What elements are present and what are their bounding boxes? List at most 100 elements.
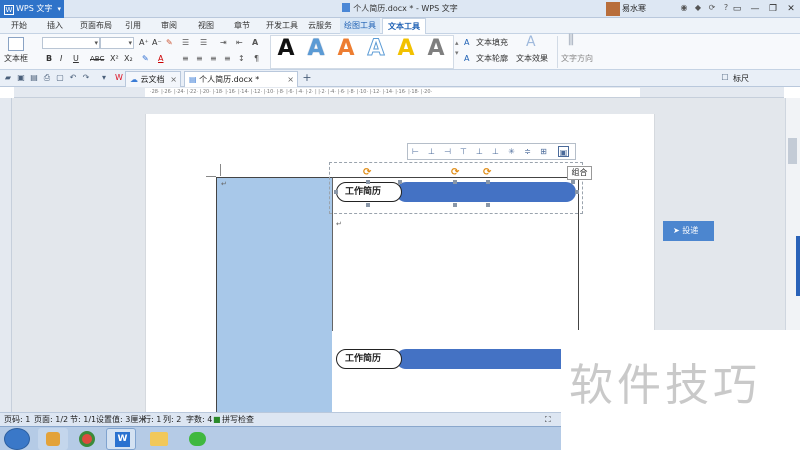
grow-font-button[interactable]: A⁺ <box>139 38 149 48</box>
wechat-button[interactable] <box>182 428 212 450</box>
text-style-orange[interactable]: A <box>334 36 358 62</box>
align-right-icon[interactable]: ≡ <box>210 54 217 64</box>
tab-cloud-service[interactable]: 云服务 <box>305 18 335 34</box>
minimize-button[interactable]: — <box>746 0 764 18</box>
tab-drawing-tools[interactable]: 绘图工具 <box>340 18 380 34</box>
print-icon[interactable]: ⎙ <box>42 73 52 83</box>
tab-developer[interactable]: 开发工具 <box>262 18 302 34</box>
align-right-icon[interactable]: ⊣ <box>442 146 453 157</box>
wps-home-icon[interactable]: W <box>114 73 124 83</box>
tab-insert[interactable]: 插入 <box>40 18 70 34</box>
rotate-handle-icon[interactable]: ⟳ <box>363 168 371 178</box>
text-style-gray[interactable]: A <box>424 36 448 62</box>
line-spacing-icon[interactable]: ↕ <box>238 54 245 64</box>
text-style-gold[interactable]: A <box>394 36 418 62</box>
new-tab-button[interactable]: + <box>302 72 312 83</box>
superscript-button[interactable]: X² <box>110 54 119 64</box>
font-color-icon[interactable]: A <box>158 54 163 64</box>
align-top-icon[interactable]: ⊤ <box>458 146 469 157</box>
rotate-handle-icon[interactable]: ⟳ <box>451 168 459 178</box>
numbered-list-icon[interactable]: ☰ <box>200 38 207 48</box>
side-panel-tab[interactable] <box>796 236 800 296</box>
close-icon[interactable]: × <box>287 72 294 87</box>
tab-cloud-doc[interactable]: ☁ 云文档 × <box>125 71 181 87</box>
save-icon[interactable]: ▣ <box>16 73 26 83</box>
vertical-ruler[interactable] <box>0 98 12 412</box>
heading-bar-shape[interactable] <box>396 182 576 202</box>
bullet-list-icon[interactable]: ☰ <box>182 38 189 48</box>
tab-page-layout[interactable]: 页面布局 <box>76 18 116 34</box>
text-effect-button[interactable]: 文本效果 <box>516 54 548 64</box>
font-size-select[interactable] <box>100 37 134 49</box>
close-button[interactable]: ✕ <box>782 0 800 18</box>
clear-format-icon[interactable]: ✎ <box>166 38 173 48</box>
redo-icon[interactable]: ↷ <box>81 73 91 83</box>
text-direction-button[interactable]: 文字方向 <box>561 54 593 64</box>
ruler-toggle-checkbox[interactable]: ☐ <box>720 73 730 83</box>
resize-handle[interactable] <box>334 190 338 194</box>
scrollbar-thumb[interactable] <box>788 138 797 164</box>
text-box-button[interactable]: 文本框 <box>4 54 28 64</box>
app-menu-button[interactable]: W WPS 文字 ▾ <box>0 0 64 18</box>
shrink-font-button[interactable]: A⁻ <box>152 38 162 48</box>
text-style-outline[interactable]: A <box>364 36 388 62</box>
open-folder-icon[interactable]: ▰ <box>3 73 13 83</box>
text-style-black[interactable]: A <box>274 36 298 62</box>
underline-button[interactable]: U <box>73 54 79 64</box>
text-fill-button[interactable]: 文本填充 <box>476 38 508 48</box>
chrome-button[interactable] <box>72 428 102 450</box>
maximize-button[interactable]: ❐ <box>764 0 782 18</box>
resize-handle[interactable] <box>366 203 370 207</box>
distribute-icon[interactable]: ⊞ <box>538 146 549 157</box>
text-outline-button[interactable]: 文本轮廓 <box>476 54 508 64</box>
resize-handle[interactable] <box>398 180 402 184</box>
resize-handle[interactable] <box>486 180 490 184</box>
resize-handle[interactable] <box>366 180 370 184</box>
share-icon[interactable]: ◆ <box>692 2 704 14</box>
sync-icon[interactable]: ⟳ <box>706 2 718 14</box>
bold-button[interactable]: B <box>46 54 52 64</box>
skin-icon[interactable]: ◉ <box>678 2 690 14</box>
strikethrough-button[interactable]: ABC <box>90 54 104 64</box>
tab-review[interactable]: 审阅 <box>155 18 183 34</box>
align-bottom-icon[interactable]: ⊥ <box>490 146 501 157</box>
heading-label-shape[interactable]: 工作简历 <box>336 182 402 202</box>
heading-bar-shape[interactable] <box>396 349 576 369</box>
fit-screen-icon[interactable]: ⛶ <box>545 413 551 426</box>
resize-handle[interactable] <box>571 180 575 184</box>
tab-home[interactable]: 开始 <box>4 18 34 34</box>
text-size-icon[interactable]: A <box>252 38 258 48</box>
undo-icon[interactable]: ↶ <box>68 73 78 83</box>
paragraph-icon[interactable]: ¶ <box>254 54 259 64</box>
tab-document[interactable]: ▤ 个人简历.docx * × <box>184 71 298 87</box>
resize-handle[interactable] <box>453 203 457 207</box>
align-left-icon[interactable]: ⊢ <box>410 146 421 157</box>
tab-view[interactable]: 视图 <box>192 18 220 34</box>
subscript-button[interactable]: X₂ <box>124 54 133 64</box>
gallery-more-icon[interactable]: ▴ ▾ <box>455 38 459 58</box>
submit-button[interactable]: ➤ 投递 <box>663 221 714 241</box>
distribute-vertical-icon[interactable]: ≑ <box>522 146 533 157</box>
tab-references[interactable]: 引用 <box>120 18 146 34</box>
italic-button[interactable]: I <box>60 54 62 64</box>
tab-chapter[interactable]: 章节 <box>228 18 256 34</box>
preview-icon[interactable]: ▢ <box>55 73 65 83</box>
outdent-icon[interactable]: ⇤ <box>236 38 243 48</box>
text-style-blue[interactable]: A <box>304 36 328 62</box>
user-account[interactable]: 易水寒 <box>606 2 646 16</box>
align-center-icon[interactable]: ≡ <box>196 54 203 64</box>
align-middle-icon[interactable]: ⊥ <box>474 146 485 157</box>
export-icon[interactable]: ▤ <box>29 73 39 83</box>
resize-handle[interactable] <box>453 180 457 184</box>
group-icon[interactable]: ▣ <box>558 146 569 157</box>
font-family-select[interactable] <box>42 37 100 49</box>
indent-icon[interactable]: ⇥ <box>220 38 227 48</box>
highlight-icon[interactable]: ✎ <box>142 54 149 64</box>
align-center-icon[interactable]: ⊥ <box>426 146 437 157</box>
tab-text-tools[interactable]: 文本工具 <box>382 18 426 34</box>
start-button[interactable] <box>4 428 30 450</box>
justify-icon[interactable]: ≡ <box>224 54 231 64</box>
resize-handle[interactable] <box>486 203 490 207</box>
explorer-button[interactable] <box>144 428 174 450</box>
text-box-icon[interactable] <box>8 37 24 51</box>
